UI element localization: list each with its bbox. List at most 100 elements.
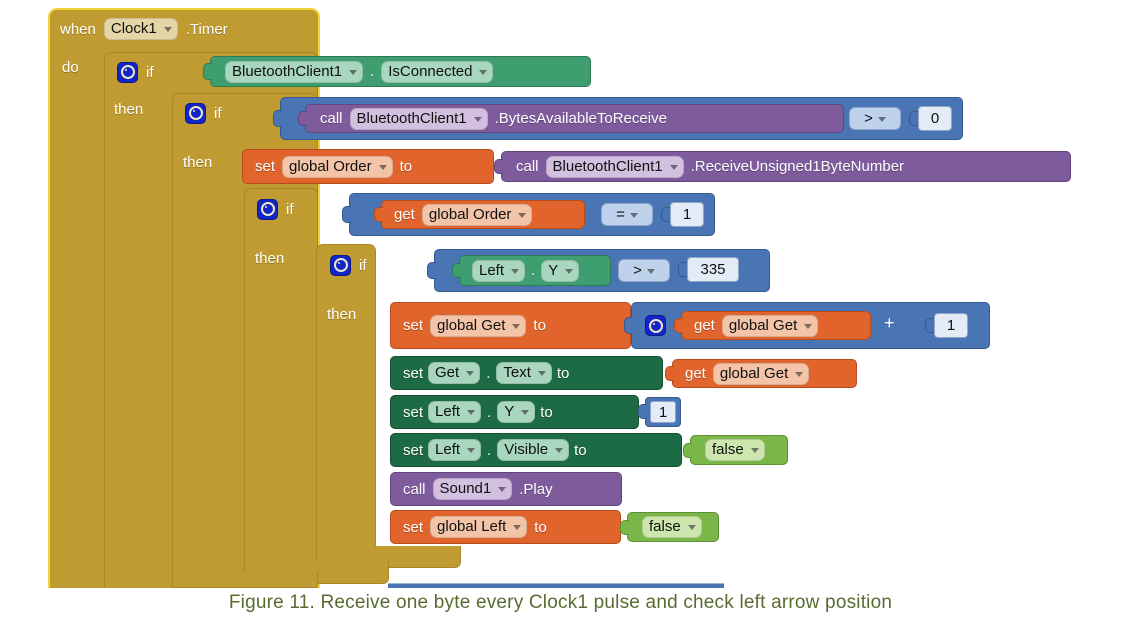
chevron-down-icon[interactable] bbox=[646, 269, 655, 274]
event-name-label: .Timer bbox=[185, 20, 228, 38]
set-order-variable-label: global Order bbox=[289, 157, 372, 175]
chevron-down-icon[interactable] bbox=[511, 268, 520, 274]
stmt1-component-dropdown[interactable]: Get bbox=[428, 362, 481, 384]
getter-plug-1 bbox=[203, 63, 212, 80]
if4-number-value[interactable]: 335 bbox=[687, 257, 739, 282]
blocks-workspace[interactable]: when Clock1 .Timer do if BluetoothClient… bbox=[0, 0, 1121, 588]
logic-false-block-2[interactable]: false bbox=[627, 512, 719, 542]
chevron-down-icon[interactable] bbox=[687, 525, 696, 530]
get-global-order-block[interactable]: get global Order bbox=[381, 200, 585, 229]
stmt2-number-value[interactable]: 1 bbox=[650, 401, 676, 423]
chevron-down-icon[interactable] bbox=[512, 323, 521, 329]
statement-call-sound1-play[interactable]: call Sound1 .Play bbox=[390, 472, 622, 506]
chevron-down-icon[interactable] bbox=[750, 448, 759, 453]
stmt5-variable-dropdown[interactable]: global Left bbox=[430, 516, 528, 538]
if4-operator-dropdown[interactable]: > bbox=[618, 259, 670, 282]
if-block-3-header: if bbox=[252, 193, 322, 225]
if3-number-value[interactable]: 1 bbox=[670, 202, 704, 227]
if1-property-dropdown[interactable]: IsConnected bbox=[381, 60, 494, 83]
stmt3-value-dropdown[interactable]: false bbox=[705, 439, 765, 461]
chevron-down-icon[interactable] bbox=[473, 116, 482, 122]
set-order-set-label: set bbox=[255, 158, 276, 175]
logic-false-block-1[interactable]: false bbox=[690, 435, 788, 465]
if-block-3[interactable] bbox=[244, 188, 318, 588]
mutator-gear-icon-1[interactable] bbox=[118, 62, 137, 82]
call-bluetoothclient1-bytesavailabletoreceive[interactable]: call BluetoothClient1 .BytesAvailableToR… bbox=[305, 104, 844, 133]
if1-component-dropdown[interactable]: BluetoothClient1 bbox=[225, 60, 364, 83]
statement-set-left-y[interactable]: set Left . Y to bbox=[390, 395, 639, 429]
stmt1-dot: . bbox=[486, 364, 491, 382]
stmt0-variable-dropdown[interactable]: global Get bbox=[430, 314, 527, 337]
stmt4-component-dropdown[interactable]: Sound1 bbox=[432, 478, 513, 500]
stmt0-get-label: get bbox=[694, 317, 715, 334]
if2-operator-dropdown[interactable]: > bbox=[849, 107, 901, 130]
stmt3-property-dropdown[interactable]: Visible bbox=[497, 439, 570, 461]
set-global-order-block[interactable]: set global Order to bbox=[242, 149, 494, 184]
chevron-down-icon[interactable] bbox=[378, 164, 387, 170]
stmt0-operator-label: + bbox=[884, 313, 895, 333]
stmt3-component-dropdown[interactable]: Left bbox=[428, 439, 482, 461]
stmt1-property-dropdown[interactable]: Text bbox=[496, 362, 552, 384]
if-2-then-wrap: then bbox=[183, 153, 243, 177]
if4-component-dropdown[interactable]: Left bbox=[472, 259, 526, 282]
get-order-get-label: get bbox=[394, 206, 415, 223]
chevron-down-icon[interactable] bbox=[795, 371, 804, 377]
chevron-down-icon[interactable] bbox=[669, 164, 678, 170]
chevron-down-icon[interactable] bbox=[518, 212, 527, 218]
chevron-down-icon[interactable] bbox=[498, 487, 507, 492]
chevron-down-icon[interactable] bbox=[521, 410, 530, 415]
stmt4-call-label: call bbox=[403, 480, 426, 498]
get-order-variable-dropdown[interactable]: global Order bbox=[421, 203, 533, 226]
stmt0-to-label: to bbox=[533, 317, 546, 334]
set-order-variable-dropdown[interactable]: global Order bbox=[282, 155, 393, 178]
if2-number-value[interactable]: 0 bbox=[918, 106, 952, 131]
mutator-gear-icon-2[interactable] bbox=[186, 103, 205, 123]
get-global-get-block-2[interactable]: get global Get bbox=[672, 359, 857, 388]
chevron-down-icon[interactable] bbox=[513, 525, 522, 530]
chevron-down-icon[interactable] bbox=[466, 371, 475, 376]
mutator-gear-icon-add[interactable] bbox=[646, 316, 665, 335]
stmt1-get-variable-dropdown[interactable]: global Get bbox=[712, 362, 810, 385]
chevron-down-icon[interactable] bbox=[629, 213, 638, 218]
logic-false-plug-1 bbox=[683, 443, 692, 458]
get-plug-3 bbox=[374, 207, 383, 222]
cutoff-blue-block[interactable] bbox=[388, 583, 724, 588]
getter-left-y[interactable]: Left . Y bbox=[459, 255, 611, 286]
call-bluetoothclient1-receiveunsigned1bytenumber[interactable]: call BluetoothClient1 .ReceiveUnsigned1B… bbox=[501, 151, 1071, 182]
chevron-down-icon[interactable] bbox=[163, 27, 172, 32]
event-component-dropdown[interactable]: Clock1 bbox=[103, 18, 178, 40]
stmt0-get-variable-dropdown[interactable]: global Get bbox=[721, 314, 819, 337]
stmt1-property-label: Text bbox=[503, 364, 531, 381]
chevron-down-icon[interactable] bbox=[565, 268, 574, 274]
if-2-label: if bbox=[214, 104, 222, 122]
chevron-down-icon[interactable] bbox=[467, 448, 476, 453]
if2-component-dropdown[interactable]: BluetoothClient1 bbox=[349, 107, 488, 130]
if-block-4[interactable] bbox=[316, 244, 376, 569]
get-global-get-block[interactable]: get global Get bbox=[681, 311, 871, 340]
statement-set-global-left[interactable]: set global Left to bbox=[390, 510, 621, 544]
stmt0-number-value[interactable]: 1 bbox=[934, 313, 968, 338]
chevron-down-icon[interactable] bbox=[537, 371, 546, 376]
if2-component-label: BluetoothClient1 bbox=[356, 109, 467, 127]
if3-operator-dropdown[interactable]: = bbox=[601, 203, 653, 226]
stmt5-value-dropdown[interactable]: false bbox=[642, 516, 702, 538]
getter-plug-4 bbox=[452, 263, 461, 278]
chevron-down-icon[interactable] bbox=[467, 410, 476, 415]
stmt2-property-dropdown[interactable]: Y bbox=[497, 401, 536, 423]
chevron-down-icon[interactable] bbox=[349, 69, 358, 75]
chevron-down-icon[interactable] bbox=[877, 117, 886, 122]
statement-set-global-get[interactable]: set global Get to bbox=[390, 302, 631, 349]
set-order-call-component-dropdown[interactable]: BluetoothClient1 bbox=[545, 155, 684, 178]
stmt2-component-dropdown[interactable]: Left bbox=[428, 401, 482, 423]
chevron-down-icon[interactable] bbox=[804, 323, 813, 329]
mutator-gear-icon-3[interactable] bbox=[258, 199, 277, 219]
chevron-down-icon[interactable] bbox=[555, 448, 564, 453]
if4-property-dropdown[interactable]: Y bbox=[541, 259, 580, 282]
statement-set-get-text[interactable]: set Get . Text to bbox=[390, 356, 663, 390]
if-4-label: if bbox=[359, 256, 367, 274]
statement-set-left-visible[interactable]: set Left . Visible to bbox=[390, 433, 682, 467]
chevron-down-icon[interactable] bbox=[479, 69, 488, 75]
mutator-gear-icon-4[interactable] bbox=[331, 255, 350, 275]
getter-bluetoothclient1-isconnected[interactable]: BluetoothClient1 . IsConnected bbox=[210, 56, 591, 87]
stmt2-dot: . bbox=[487, 403, 492, 421]
